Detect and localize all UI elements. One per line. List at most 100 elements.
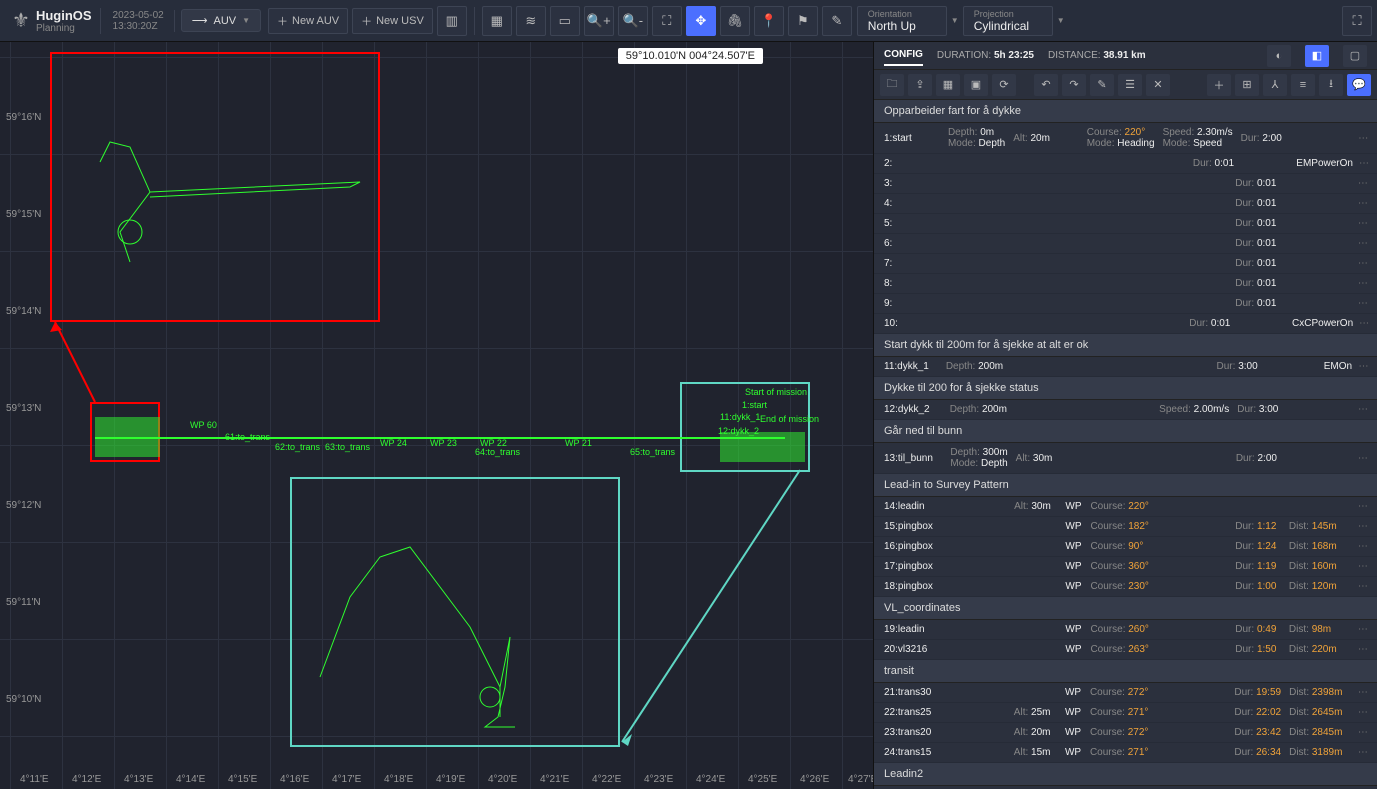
pin-button[interactable]: ⚑ (788, 6, 818, 36)
config-row[interactable]: 8:Dur: 0:01⋯ (874, 274, 1377, 294)
row-menu-button[interactable]: ⋯ (1356, 361, 1371, 372)
section-header[interactable]: Start dykk til 200m for å sjekke at alt … (874, 334, 1377, 357)
layers-button[interactable]: ≋ (516, 6, 546, 36)
config-row[interactable]: 14:leadinAlt: 30mWPCourse: 220°⋯ (874, 497, 1377, 517)
config-row[interactable]: 13:til_bunnDepth: 300mMode: DepthAlt: 30… (874, 443, 1377, 474)
config-row[interactable]: 19:leadinWPCourse: 260°Dur: 0:49Dist: 98… (874, 620, 1377, 640)
export-button[interactable]: ⇪ (908, 74, 932, 96)
edit-pencil-button[interactable]: ✎ (1090, 74, 1114, 96)
row-menu-button[interactable]: ⋯ (1355, 453, 1371, 464)
row-menu-button[interactable]: ⋯ (1355, 541, 1371, 552)
row-menu-button[interactable]: ⋯ (1355, 521, 1371, 532)
map-canvas[interactable]: 59°10.010'N 004°24.507'E 59°16'N 59°15'N… (0, 42, 873, 789)
config-row[interactable]: 21:trans30WPCourse: 272°Dur: 19:59Dist: … (874, 683, 1377, 703)
queue-button[interactable]: ≡ (1291, 74, 1315, 96)
app-logo-icon: ⚜ (12, 8, 30, 33)
section-header[interactable]: Dykke til 200 for å sjekke status (874, 377, 1377, 400)
projection-selector[interactable]: Projection Cylindrical (963, 6, 1053, 36)
comment-button[interactable]: 💬 (1347, 74, 1371, 96)
new-auv-button[interactable]: ＋ New AUV (268, 8, 348, 34)
undo-button[interactable]: ↶ (1034, 74, 1058, 96)
config-row[interactable]: 24:trans15Alt: 15mWPCourse: 271°Dur: 26:… (874, 743, 1377, 763)
config-row[interactable]: 1:startDepth: 0mMode: DepthAlt: 20mCours… (874, 123, 1377, 154)
config-row[interactable]: 9:Dur: 0:01⋯ (874, 294, 1377, 314)
row-menu-button[interactable]: ⋯ (1355, 258, 1371, 269)
open-button[interactable]: 🗀 (880, 74, 904, 96)
zoom-in-button[interactable]: 🔍+ (584, 6, 614, 36)
fit-button[interactable]: ⛶ (652, 6, 682, 36)
close-button[interactable]: ✕ (1146, 74, 1170, 96)
layout-button-1[interactable]: ◐ (1267, 45, 1291, 67)
config-row[interactable]: 11:dykk_1Depth: 200mDur: 3:00EMOn⋯ (874, 357, 1377, 377)
row-menu-button[interactable]: ⋯ (1355, 133, 1371, 144)
add-node-button[interactable]: ▣ (964, 74, 988, 96)
orientation-selector[interactable]: Orientation North Up (857, 6, 947, 36)
section-header[interactable]: Lead-in to Survey Pattern (874, 474, 1377, 497)
config-row[interactable]: 5:Dur: 0:01⋯ (874, 214, 1377, 234)
row-menu-button[interactable]: ⋯ (1355, 581, 1371, 592)
section-header[interactable]: VL_coordinates (874, 597, 1377, 620)
row-menu-button[interactable]: ⋯ (1355, 218, 1371, 229)
row-menu-button[interactable]: ⋯ (1355, 198, 1371, 209)
config-tab[interactable]: CONFIG (884, 45, 923, 66)
map-view-button[interactable]: ▦ (482, 6, 512, 36)
new-usv-button[interactable]: ＋ New USV (352, 8, 433, 34)
row-menu-button[interactable]: ⋯ (1355, 178, 1371, 189)
config-row[interactable]: 3:Dur: 0:01⋯ (874, 174, 1377, 194)
config-row[interactable]: 7:Dur: 0:01⋯ (874, 254, 1377, 274)
config-row[interactable]: 18:pingboxWPCourse: 230°Dur: 1:00Dist: 1… (874, 577, 1377, 597)
row-menu-button[interactable]: ⋯ (1355, 644, 1371, 655)
section-header[interactable]: Går ned til bunn (874, 420, 1377, 443)
config-row[interactable]: 22:trans25Alt: 25mWPCourse: 271°Dur: 22:… (874, 703, 1377, 723)
config-row[interactable]: 12:dykk_2Depth: 200mSpeed: 2.00m/sDur: 3… (874, 400, 1377, 420)
redo-button[interactable]: ↷ (1062, 74, 1086, 96)
config-row[interactable]: 15:pingboxWPCourse: 182°Dur: 1:12Dist: 1… (874, 517, 1377, 537)
section-header[interactable]: Leadin2 (874, 763, 1377, 786)
zoom-out-button[interactable]: 🔍- (618, 6, 648, 36)
grid-button[interactable]: ▦ (936, 74, 960, 96)
add-box-button[interactable]: ⊞ (1235, 74, 1259, 96)
refresh-button[interactable]: ⟳ (992, 74, 1016, 96)
config-row[interactable]: 16:pingboxWPCourse: 90°Dur: 1:24Dist: 16… (874, 537, 1377, 557)
edit-button[interactable]: ✎ (822, 6, 852, 36)
vehicle-selector[interactable]: ⟶ AUV ▼ (181, 9, 261, 32)
row-menu-button[interactable]: ⋯ (1355, 404, 1371, 415)
plus-icon: ＋ (277, 13, 288, 29)
row-menu-button[interactable]: ⋯ (1355, 727, 1371, 738)
download-button[interactable]: ⭳ (1319, 74, 1343, 96)
row-menu-button[interactable]: ⋯ (1355, 298, 1371, 309)
row-menu-button[interactable]: ⋯ (1355, 501, 1371, 512)
section-header[interactable]: transit (874, 660, 1377, 683)
config-row[interactable]: 10:Dur: 0:01CxCPowerOn⋯ (874, 314, 1377, 334)
branch-button[interactable]: ⅄ (1263, 74, 1287, 96)
add-button[interactable]: ＋ (1207, 74, 1231, 96)
config-row[interactable]: 6:Dur: 0:01⋯ (874, 234, 1377, 254)
attach-button[interactable]: 🖇 (720, 6, 750, 36)
row-menu-button[interactable]: ⋯ (1355, 238, 1371, 249)
config-row[interactable]: 2:Dur: 0:01EMPowerOn⋯ (874, 154, 1377, 174)
marker-button[interactable]: 📍 (754, 6, 784, 36)
row-menu-button[interactable]: ⋯ (1355, 747, 1371, 758)
layout-button-2[interactable]: ◧ (1305, 45, 1329, 67)
section-header[interactable]: Opparbeider fart for å dykke (874, 100, 1377, 123)
panel-toggle-button[interactable]: ▥ (437, 6, 467, 36)
config-row[interactable]: 4:Dur: 0:01⋯ (874, 194, 1377, 214)
map-label-wp24: WP 24 (380, 438, 407, 448)
row-menu-button[interactable]: ⋯ (1355, 624, 1371, 635)
fullscreen-button[interactable]: ⛶ (1342, 6, 1372, 36)
config-row[interactable]: 23:trans20Alt: 20mWPCourse: 272°Dur: 23:… (874, 723, 1377, 743)
list-button[interactable]: ☰ (1118, 74, 1142, 96)
chevron-down-icon: ▼ (242, 16, 250, 25)
move-tool-button[interactable]: ✥ (686, 6, 716, 36)
row-menu-button[interactable]: ⋯ (1355, 278, 1371, 289)
row-menu-button[interactable]: ⋯ (1355, 561, 1371, 572)
row-menu-button[interactable]: ⋯ (1357, 158, 1371, 169)
row-menu-button[interactable]: ⋯ (1355, 687, 1371, 698)
config-list[interactable]: Opparbeider fart for å dykke1:startDepth… (874, 100, 1377, 789)
folder-button[interactable]: ▭ (550, 6, 580, 36)
layout-button-3[interactable]: ▢ (1343, 45, 1367, 67)
row-menu-button[interactable]: ⋯ (1355, 707, 1371, 718)
config-row[interactable]: 20:vl3216WPCourse: 263°Dur: 1:50Dist: 22… (874, 640, 1377, 660)
config-row[interactable]: 17:pingboxWPCourse: 360°Dur: 1:19Dist: 1… (874, 557, 1377, 577)
row-menu-button[interactable]: ⋯ (1357, 318, 1371, 329)
